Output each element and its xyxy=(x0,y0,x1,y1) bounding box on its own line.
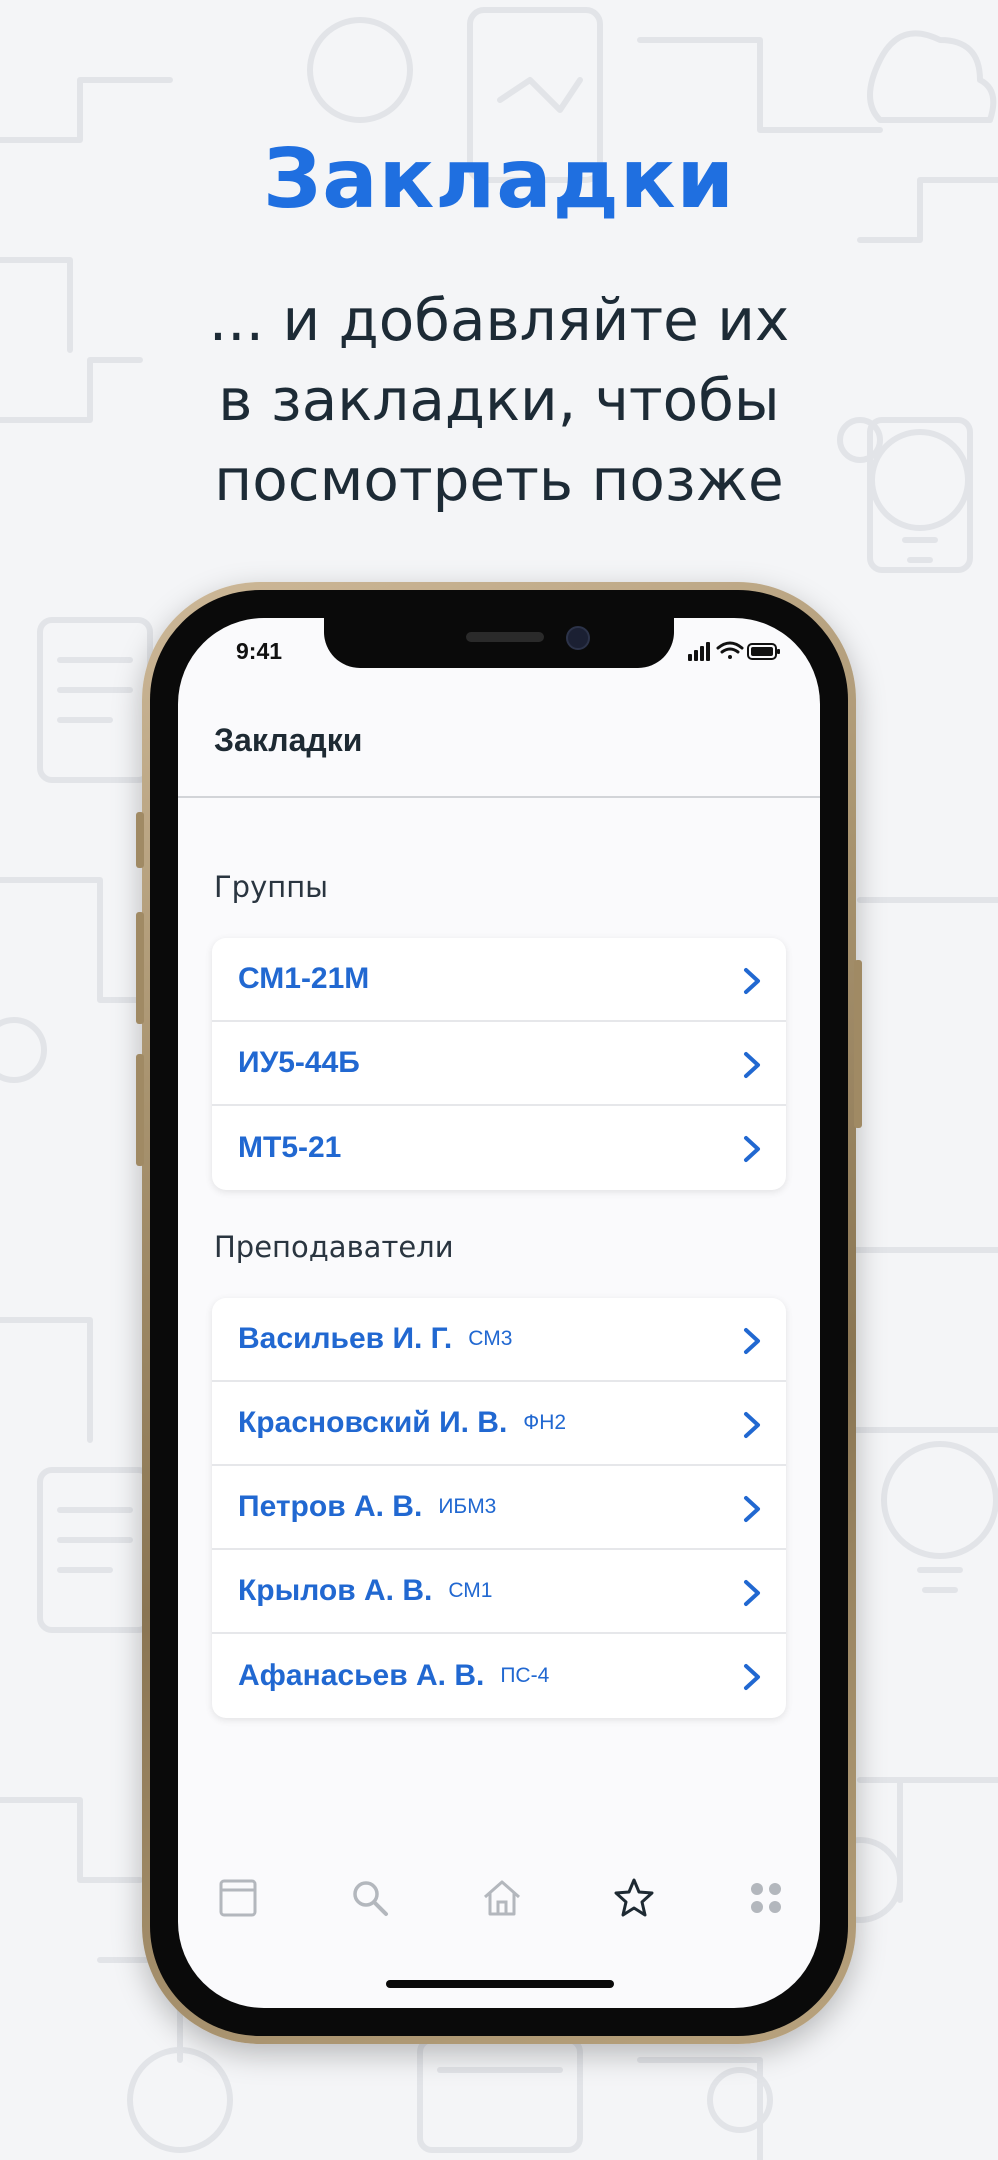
teacher-row[interactable]: Крылов А. В. СМ1 xyxy=(212,1550,786,1634)
status-time: 9:41 xyxy=(236,638,283,664)
group-row[interactable]: ИУ5-44Б xyxy=(212,1022,786,1106)
volume-up-button xyxy=(136,912,144,1024)
promo-subtitle: ... и добавляйте их в закладки, чтобы по… xyxy=(0,280,998,520)
tab-bar xyxy=(178,1866,820,1930)
teacher-row[interactable]: Афанасьев А. В. ПС-4 xyxy=(212,1634,786,1718)
teacher-name: Афанасьев А. В. xyxy=(238,1659,485,1692)
chevron-right-icon xyxy=(744,1664,760,1690)
teacher-department: ПС-4 xyxy=(500,1664,550,1687)
silent-switch xyxy=(136,812,144,868)
star-icon xyxy=(614,1878,654,1917)
groups-heading: Группы xyxy=(214,870,329,904)
promo-subtitle-line: в закладки, чтобы xyxy=(218,366,780,434)
schedule-icon xyxy=(219,1879,257,1917)
teacher-row[interactable]: Петров А. В. ИБМ3 xyxy=(212,1466,786,1550)
header-divider xyxy=(178,796,820,798)
chevron-right-icon xyxy=(744,1328,760,1354)
signal-icon xyxy=(688,642,710,661)
promo-subtitle-line: ... и добавляйте их xyxy=(208,286,790,354)
more-icon xyxy=(751,1883,781,1913)
teacher-name: Васильев И. Г. xyxy=(238,1322,453,1355)
groups-list: СМ1-21М ИУ5-44Б МТ5-21 xyxy=(212,938,786,1190)
teachers-list: Васильев И. Г. СМ3 Красновский И. В. ФН2… xyxy=(212,1298,786,1718)
teacher-department: ФН2 xyxy=(523,1411,567,1434)
power-button xyxy=(854,960,862,1128)
tab-more[interactable] xyxy=(734,1866,798,1930)
group-row[interactable]: МТ5-21 xyxy=(212,1106,786,1190)
tab-home[interactable] xyxy=(470,1866,534,1930)
volume-down-button xyxy=(136,1054,144,1166)
chevron-right-icon xyxy=(744,1412,760,1438)
notch xyxy=(324,618,674,668)
group-row[interactable]: СМ1-21М xyxy=(212,938,786,1022)
teacher-row[interactable]: Васильев И. Г. СМ3 xyxy=(212,1298,786,1382)
teacher-row[interactable]: Красновский И. В. ФН2 xyxy=(212,1382,786,1466)
tab-bookmarks[interactable] xyxy=(602,1866,666,1930)
tab-schedule[interactable] xyxy=(206,1866,270,1930)
speaker xyxy=(466,632,544,642)
chevron-right-icon xyxy=(744,1052,760,1078)
teacher-department: СМ3 xyxy=(468,1327,513,1350)
home-indicator xyxy=(386,1980,614,1988)
screen-title: Закладки xyxy=(214,722,363,758)
phone-screen: 9:41 Закладки Группы СМ1-21М ИУ5-44Б МТ5… xyxy=(178,618,820,2008)
chevron-right-icon xyxy=(744,1496,760,1522)
chevron-right-icon xyxy=(744,968,760,994)
promo-title: Закладки xyxy=(263,132,735,227)
teacher-name: Петров А. В. xyxy=(238,1490,423,1523)
phone-mockup: 9:41 Закладки Группы СМ1-21М ИУ5-44Б МТ5… xyxy=(136,582,862,2044)
search-icon xyxy=(353,1881,388,1916)
group-label: СМ1-21М xyxy=(238,962,370,995)
status-icons xyxy=(688,641,780,661)
teachers-heading: Преподаватели xyxy=(214,1230,454,1264)
chevron-right-icon xyxy=(744,1580,760,1606)
teacher-name: Крылов А. В. xyxy=(238,1574,433,1607)
front-camera xyxy=(566,626,590,650)
home-icon xyxy=(484,1880,520,1916)
battery-icon xyxy=(747,643,780,660)
chevron-right-icon xyxy=(744,1136,760,1162)
tab-search[interactable] xyxy=(338,1866,402,1930)
wifi-icon xyxy=(716,641,744,659)
teacher-department: ИБМ3 xyxy=(438,1495,497,1518)
group-label: ИУ5-44Б xyxy=(238,1046,360,1079)
teacher-department: СМ1 xyxy=(448,1579,493,1602)
promo-subtitle-line: посмотреть позже xyxy=(214,446,784,514)
group-label: МТ5-21 xyxy=(238,1131,342,1164)
teacher-name: Красновский И. В. xyxy=(238,1406,508,1439)
